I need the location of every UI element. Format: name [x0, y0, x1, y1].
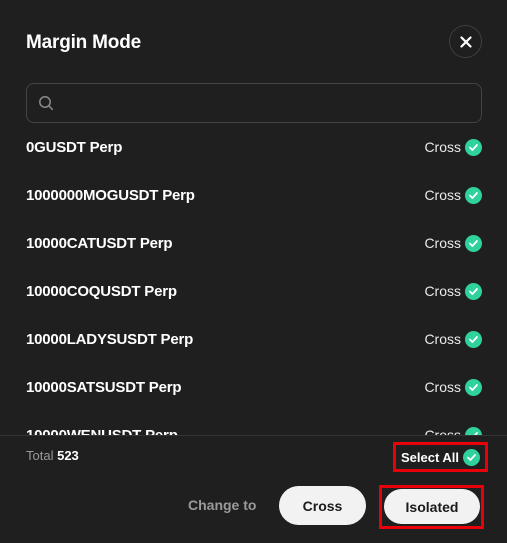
mode-label: Cross — [424, 331, 461, 347]
change-to-label: Change to — [188, 497, 257, 513]
margin-mode-status: Cross — [424, 378, 482, 396]
symbol-name: 10000WENUSDT Perp — [26, 426, 178, 436]
check-icon[interactable] — [465, 330, 482, 348]
close-button[interactable] — [449, 25, 482, 58]
margin-mode-dialog: Margin Mode 0GUSDT Perp Cross 1000000MOG… — [0, 0, 507, 543]
check-icon[interactable] — [465, 186, 482, 204]
check-icon[interactable] — [465, 282, 482, 300]
margin-mode-status: Cross — [424, 138, 482, 156]
search-icon — [39, 96, 54, 111]
check-icon — [463, 448, 481, 466]
list-item[interactable]: 0GUSDT Perp Cross — [26, 135, 482, 159]
symbol-name: 1000000MOGUSDT Perp — [26, 186, 195, 204]
margin-mode-status: Cross — [424, 282, 482, 300]
check-icon[interactable] — [465, 378, 482, 396]
footer-divider — [0, 435, 507, 436]
search-input[interactable] — [60, 84, 481, 122]
search-field[interactable] — [26, 83, 482, 123]
select-all-toggle[interactable]: Select All — [393, 442, 488, 472]
margin-mode-status: Cross — [424, 426, 482, 435]
symbol-name: 10000COQUSDT Perp — [26, 282, 177, 300]
list-item[interactable]: 10000COQUSDT Perp Cross — [26, 279, 482, 303]
list-item[interactable]: 10000SATSUSDT Perp Cross — [26, 375, 482, 399]
check-icon[interactable] — [465, 234, 482, 252]
mode-label: Cross — [424, 283, 461, 299]
symbol-name: 10000CATUSDT Perp — [26, 234, 173, 252]
close-icon — [459, 35, 472, 48]
margin-mode-status: Cross — [424, 330, 482, 348]
dialog-header: Margin Mode — [26, 25, 482, 58]
list-item[interactable]: 10000CATUSDT Perp Cross — [26, 231, 482, 255]
total-value: 523 — [57, 448, 79, 463]
cross-button[interactable]: Cross — [279, 486, 366, 525]
check-icon[interactable] — [465, 138, 482, 156]
margin-mode-status: Cross — [424, 234, 482, 252]
mode-label: Cross — [424, 235, 461, 251]
list-item[interactable]: 1000000MOGUSDT Perp Cross — [26, 183, 482, 207]
mode-label: Cross — [424, 187, 461, 203]
isolated-button[interactable]: Isolated — [384, 489, 480, 524]
symbol-name: 0GUSDT Perp — [26, 138, 123, 156]
mode-label: Cross — [424, 139, 461, 155]
symbol-list[interactable]: 0GUSDT Perp Cross 1000000MOGUSDT Perp Cr… — [0, 128, 507, 435]
total-count: Total 523 — [26, 448, 79, 463]
mode-label: Cross — [424, 379, 461, 395]
mode-label: Cross — [424, 427, 461, 435]
symbol-name: 10000SATSUSDT Perp — [26, 378, 182, 396]
list-item[interactable]: 10000LADYSUSDT Perp Cross — [26, 327, 482, 351]
dialog-title: Margin Mode — [26, 32, 141, 53]
check-icon[interactable] — [465, 426, 482, 435]
total-label: Total — [26, 448, 54, 463]
margin-mode-status: Cross — [424, 186, 482, 204]
select-all-label: Select All — [400, 449, 460, 465]
symbol-name: 10000LADYSUSDT Perp — [26, 330, 194, 348]
list-item[interactable]: 10000WENUSDT Perp Cross — [26, 423, 482, 435]
